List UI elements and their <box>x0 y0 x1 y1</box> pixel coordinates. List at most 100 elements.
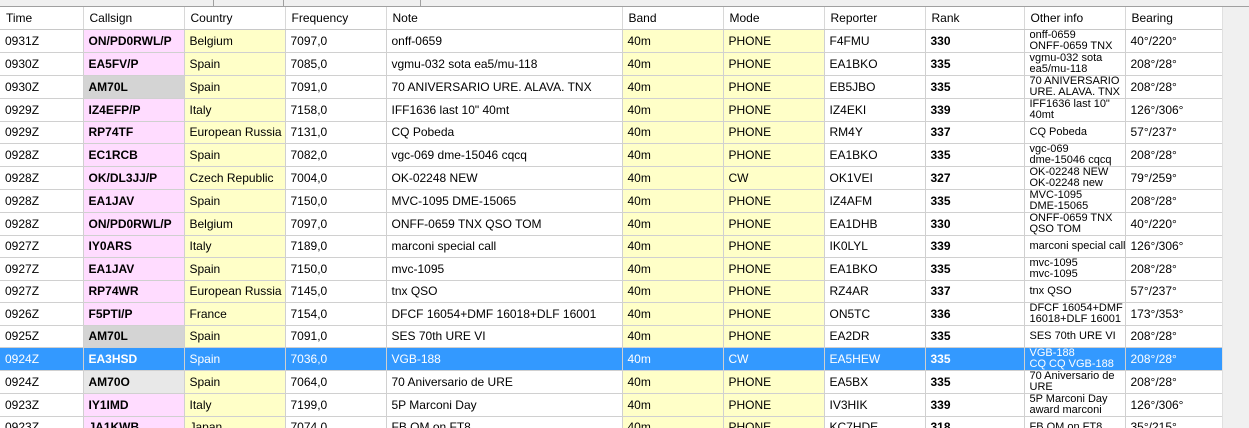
cell-callsign[interactable]: F5PTI/P <box>83 302 185 326</box>
cell-reporter[interactable]: EA1BKO <box>824 143 926 167</box>
cell-rank[interactable]: 335 <box>925 325 1025 348</box>
cell-callsign[interactable]: JA1KWB <box>83 416 185 428</box>
cell-bearing[interactable]: 208°/28° <box>1125 75 1222 99</box>
cell-callsign[interactable]: EA5FV/P <box>83 52 185 76</box>
table-row[interactable]: 0928Z EC1RCB Spain 7082,0 vgc-069 dme-15046 … <box>0 143 1222 167</box>
cell-rank[interactable]: 339 <box>925 98 1025 122</box>
column-header-reporter[interactable]: Reporter <box>824 7 926 30</box>
column-header-frequency[interactable]: Frequency <box>285 7 387 30</box>
cell-bearing[interactable]: 208°/28° <box>1125 52 1222 76</box>
column-header-country[interactable]: Country <box>184 7 286 30</box>
table-row[interactable]: 0928Z EA1JAV Spain 7150,0 MVC-1095 DME-15065… <box>0 189 1222 213</box>
cell-mode[interactable]: CW <box>723 347 825 371</box>
cell-reporter[interactable]: EA2DR <box>824 325 926 348</box>
cell-note[interactable]: 70 ANIVERSARIO URE. ALAVA. TNX <box>386 75 623 99</box>
table-row[interactable]: 0925Z AM70L Spain 7091,0 SES 70th URE VI 40m P… <box>0 325 1222 348</box>
cell-time[interactable]: 0923Z <box>0 393 84 417</box>
cell-frequency[interactable]: 7004,0 <box>285 166 387 190</box>
cell-callsign[interactable]: EA1JAV <box>83 189 185 213</box>
cell-callsign[interactable]: EC1RCB <box>83 143 185 167</box>
cell-country[interactable]: Spain <box>184 75 286 99</box>
cell-country[interactable]: Spain <box>184 189 286 213</box>
cell-other-info[interactable]: FB OM on FT8 <box>1024 416 1126 428</box>
cell-rank[interactable]: 335 <box>925 347 1025 371</box>
cell-band[interactable]: 40m <box>622 121 724 144</box>
cell-bearing[interactable]: 208°/28° <box>1125 189 1222 213</box>
cell-mode[interactable]: PHONE <box>723 257 825 281</box>
cell-rank[interactable]: 318 <box>925 416 1025 428</box>
cell-time[interactable]: 0924Z <box>0 370 84 394</box>
table-row[interactable]: 0928Z ON/PD0RWL/P Belgium 7097,0 ONFF-0659 T… <box>0 212 1222 236</box>
cell-bearing[interactable]: 79°/259° <box>1125 166 1222 190</box>
cell-rank[interactable]: 335 <box>925 143 1025 167</box>
cell-mode[interactable]: PHONE <box>723 393 825 417</box>
cell-reporter[interactable]: RZ4AR <box>824 280 926 303</box>
cell-time[interactable]: 0928Z <box>0 166 84 190</box>
column-header-time[interactable]: Time <box>0 7 84 30</box>
cell-other-info[interactable]: VGB-188 CQ CQ VGB-188 <box>1024 347 1126 371</box>
cell-note[interactable]: ONFF-0659 TNX QSO TOM <box>386 212 623 236</box>
cell-frequency[interactable]: 7199,0 <box>285 393 387 417</box>
cell-note[interactable]: OK-02248 NEW <box>386 166 623 190</box>
cell-rank[interactable]: 336 <box>925 302 1025 326</box>
cell-time[interactable]: 0925Z <box>0 325 84 348</box>
cell-mode[interactable]: PHONE <box>723 98 825 122</box>
cell-note[interactable]: marconi special call <box>386 235 623 258</box>
cell-reporter[interactable]: EB5JBO <box>824 75 926 99</box>
cell-country[interactable]: Spain <box>184 370 286 394</box>
cell-other-info[interactable]: DFCF 16054+DMF 16018+DLF 16001 <box>1024 302 1126 326</box>
cell-reporter[interactable]: IV3HIK <box>824 393 926 417</box>
cell-other-info[interactable]: 70 Aniversario de URE <box>1024 370 1126 394</box>
column-header-rank[interactable]: Rank <box>925 7 1025 30</box>
cell-callsign[interactable]: IY0ARS <box>83 235 185 258</box>
cell-other-info[interactable]: 5P Marconi Day award marconi <box>1024 393 1126 417</box>
table-row[interactable]: 0923Z IY1IMD Italy 7199,0 5P Marconi Day 40m P… <box>0 393 1222 417</box>
cell-mode[interactable]: PHONE <box>723 29 825 53</box>
column-header-other-info[interactable]: Other info <box>1024 7 1126 30</box>
cell-rank[interactable]: 335 <box>925 52 1025 76</box>
column-header-bearing[interactable]: Bearing <box>1125 7 1222 30</box>
cell-reporter[interactable]: EA5HEW <box>824 347 926 371</box>
cell-note[interactable]: 70 Aniversario de URE <box>386 370 623 394</box>
cell-mode[interactable]: PHONE <box>723 280 825 303</box>
cell-time[interactable]: 0929Z <box>0 98 84 122</box>
cell-band[interactable]: 40m <box>622 280 724 303</box>
cell-mode[interactable]: PHONE <box>723 75 825 99</box>
table-row[interactable]: 0929Z IZ4EFP/P Italy 7158,0 IFF1636 last 10"… <box>0 98 1222 122</box>
cell-callsign[interactable]: RP74WR <box>83 280 185 303</box>
vertical-scrollbar[interactable] <box>1222 7 1249 428</box>
cell-rank[interactable]: 339 <box>925 393 1025 417</box>
cell-reporter[interactable]: EA1BKO <box>824 52 926 76</box>
cell-country[interactable]: European Russia <box>184 280 286 303</box>
table-row[interactable]: 0930Z EA5FV/P Spain 7085,0 vgmu-032 sota ea5… <box>0 52 1222 76</box>
cell-band[interactable]: 40m <box>622 325 724 348</box>
cell-country[interactable]: Italy <box>184 98 286 122</box>
cell-callsign[interactable]: ON/PD0RWL/P <box>83 212 185 236</box>
cell-frequency[interactable]: 7145,0 <box>285 280 387 303</box>
cell-callsign[interactable]: AM70O <box>83 370 185 394</box>
cell-mode[interactable]: PHONE <box>723 302 825 326</box>
cell-callsign[interactable]: AM70L <box>83 325 185 348</box>
table-row[interactable]: 0930Z AM70L Spain 7091,0 70 ANIVERSARIO URE.… <box>0 75 1222 99</box>
cell-callsign[interactable]: IZ4EFP/P <box>83 98 185 122</box>
cell-band[interactable]: 40m <box>622 166 724 190</box>
cell-frequency[interactable]: 7082,0 <box>285 143 387 167</box>
cell-country[interactable]: Japan <box>184 416 286 428</box>
cell-time[interactable]: 0928Z <box>0 189 84 213</box>
cell-country[interactable]: Spain <box>184 325 286 348</box>
cell-country[interactable]: Belgium <box>184 212 286 236</box>
cell-rank[interactable]: 335 <box>925 370 1025 394</box>
cell-other-info[interactable]: mvc-1095 mvc-1095 <box>1024 257 1126 281</box>
cell-country[interactable]: Spain <box>184 347 286 371</box>
cell-time[interactable]: 0924Z <box>0 347 84 371</box>
cell-reporter[interactable]: IZ4AFM <box>824 189 926 213</box>
cell-country[interactable]: Spain <box>184 257 286 281</box>
cell-frequency[interactable]: 7154,0 <box>285 302 387 326</box>
cell-time[interactable]: 0930Z <box>0 52 84 76</box>
cell-rank[interactable]: 327 <box>925 166 1025 190</box>
cell-reporter[interactable]: EA1BKO <box>824 257 926 281</box>
cell-bearing[interactable]: 208°/28° <box>1125 347 1222 371</box>
cell-frequency[interactable]: 7064,0 <box>285 370 387 394</box>
cell-note[interactable]: CQ Pobeda <box>386 121 623 144</box>
cell-time[interactable]: 0923Z <box>0 416 84 428</box>
